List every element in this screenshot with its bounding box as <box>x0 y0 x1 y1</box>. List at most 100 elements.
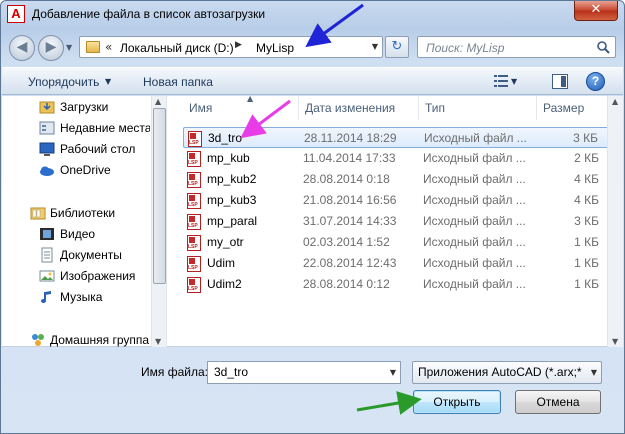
open-button[interactable]: Открыть <box>413 390 501 414</box>
organize-dropdown-icon[interactable]: ▼ <box>105 77 111 86</box>
file-date: 28.11.2014 18:29 <box>304 131 397 145</box>
nav-item-desktop[interactable]: Рабочий стол <box>60 139 135 159</box>
file-type: Исходный файл ... <box>423 151 526 165</box>
file-list: Имя ▲ Дата изменения Тип Размер 3d_tro 2… <box>169 94 623 347</box>
column-header-size[interactable]: Размер <box>537 96 607 120</box>
filetype-select[interactable]: Приложения AutoCAD (*.arx;* ▼ <box>412 361 602 384</box>
nav-item-pictures[interactable]: Изображения <box>60 266 135 286</box>
sort-ascending-icon: ▲ <box>247 94 254 103</box>
scroll-down-icon[interactable]: ▼ <box>612 337 618 346</box>
back-arrow-icon: ◀ <box>16 39 28 55</box>
nav-item-recent-places[interactable]: Недавние места <box>60 118 150 138</box>
file-name: Udim <box>207 256 236 270</box>
address-bar[interactable]: « Локальный диск (D:) ▶ MyLisp ▼ <box>79 36 383 58</box>
search-placeholder: Поиск: MyLisp <box>426 41 505 55</box>
folder-icon <box>86 41 100 53</box>
pictures-icon <box>39 270 55 282</box>
nav-item-homegroup[interactable]: Домашняя группа <box>50 330 149 347</box>
column-header-name-label: Имя <box>189 101 213 115</box>
close-button[interactable]: ✕ <box>574 1 618 21</box>
music-icon <box>41 291 51 303</box>
view-options-icon[interactable] <box>494 75 508 87</box>
file-list-scrollbar[interactable]: ▲ ▼ <box>607 96 623 347</box>
lsp-file-icon <box>187 277 201 293</box>
homegroup-icon <box>32 334 44 346</box>
file-size: 2 КБ <box>574 151 599 165</box>
nav-item-downloads[interactable]: Загрузки <box>60 97 108 117</box>
lsp-file-icon <box>187 214 201 230</box>
lsp-file-icon <box>187 172 201 188</box>
libraries-icon <box>30 207 46 220</box>
title-bar[interactable]: A Добавление файла в список автозагрузки… <box>1 1 624 29</box>
onedrive-icon <box>40 166 54 176</box>
column-header-name[interactable]: Имя ▲ <box>183 94 299 120</box>
filetype-value: Приложения AutoCAD (*.arx;* <box>418 365 582 379</box>
file-date: 11.04.2014 17:33 <box>303 151 396 165</box>
recent-places-icon <box>39 121 55 135</box>
file-type: Исходный файл ... <box>423 193 526 207</box>
scroll-thumb[interactable] <box>153 108 166 284</box>
file-row[interactable]: mp_kub 11.04.2014 17:33 Исходный файл ..… <box>183 148 609 169</box>
search-icon[interactable] <box>596 40 610 54</box>
filetype-dropdown-icon[interactable]: ▼ <box>591 362 597 383</box>
file-name: mp_kub3 <box>207 193 257 207</box>
file-row[interactable]: mp_kub3 21.08.2014 16:56 Исходный файл .… <box>183 190 609 211</box>
file-row[interactable]: Udim 22.08.2014 12:43 Исходный файл ... … <box>183 253 609 274</box>
file-type: Исходный файл ... <box>423 277 526 291</box>
filename-label: Имя файла: <box>141 365 208 379</box>
scroll-down-icon[interactable]: ▼ <box>155 337 161 346</box>
file-type: Исходный файл ... <box>423 256 526 270</box>
breadcrumb-mylisp[interactable]: MyLisp <box>256 41 294 55</box>
breadcrumb-local-disk[interactable]: Локальный диск (D:) <box>120 41 234 55</box>
organize-button[interactable]: Упорядочить <box>28 75 99 89</box>
nav-pane-scrollbar[interactable]: ▲ ▼ <box>151 96 167 347</box>
recent-locations-dropdown[interactable]: ▼ <box>66 43 72 52</box>
dialog-window: A Добавление файла в список автозагрузки… <box>0 0 625 434</box>
file-size: 1 КБ <box>574 256 599 270</box>
file-size: 1 КБ <box>574 235 599 249</box>
lsp-file-icon <box>187 151 201 167</box>
new-folder-button[interactable]: Новая папка <box>143 75 213 89</box>
file-name: my_otr <box>207 235 244 249</box>
column-header-date[interactable]: Дата изменения <box>299 96 419 120</box>
file-row[interactable]: 3d_tro 28.11.2014 18:29 Исходный файл ..… <box>183 127 609 148</box>
scroll-up-icon[interactable]: ▲ <box>612 97 618 106</box>
nav-item-video[interactable]: Видео <box>60 224 95 244</box>
back-button[interactable]: ◀ <box>9 35 35 61</box>
file-date: 21.08.2014 16:56 <box>303 193 397 207</box>
file-row[interactable]: mp_kub2 28.08.2014 0:18 Исходный файл ..… <box>183 169 609 190</box>
filename-field[interactable]: 3d_tro ▼ <box>207 361 401 384</box>
desktop-icon <box>39 142 55 156</box>
scroll-up-icon[interactable]: ▲ <box>155 97 161 106</box>
file-name: mp_paral <box>207 214 258 228</box>
forward-arrow-icon: ▶ <box>45 39 57 55</box>
file-date: 31.07.2014 14:33 <box>303 214 397 228</box>
nav-item-documents[interactable]: Документы <box>60 245 122 265</box>
help-icon[interactable]: ? <box>586 72 605 91</box>
lsp-file-icon <box>187 193 201 209</box>
search-input[interactable]: Поиск: MyLisp <box>417 36 616 58</box>
nav-item-onedrive[interactable]: OneDrive <box>60 160 111 180</box>
file-type: Исходный файл ... <box>423 172 526 186</box>
nav-item-music[interactable]: Музыка <box>60 287 102 307</box>
autocad-app-icon: A <box>7 5 25 23</box>
filename-dropdown-icon[interactable]: ▼ <box>390 362 396 383</box>
view-dropdown-icon[interactable]: ▼ <box>511 77 517 86</box>
file-row[interactable]: Udim2 28.08.2014 0:12 Исходный файл ... … <box>183 274 609 295</box>
refresh-button[interactable]: ↻ <box>385 36 409 58</box>
breadcrumb-overflow[interactable]: « <box>105 40 112 54</box>
column-header-type[interactable]: Тип <box>419 96 537 120</box>
nav-item-libraries[interactable]: Библиотеки <box>50 203 115 223</box>
lsp-file-icon <box>187 256 201 272</box>
file-size: 4 КБ <box>574 172 599 186</box>
cancel-button[interactable]: Отмена <box>515 390 601 414</box>
content-area: Загрузки Недавние места Рабочий стол One… <box>2 94 623 347</box>
lsp-file-icon <box>187 235 201 251</box>
address-dropdown-icon[interactable]: ▼ <box>372 42 378 51</box>
window-title: Добавление файла в список автозагрузки <box>32 7 266 21</box>
forward-button[interactable]: ▶ <box>38 35 64 61</box>
breadcrumb-separator-icon[interactable]: ▶ <box>235 40 242 50</box>
file-row[interactable]: my_otr 02.03.2014 1:52 Исходный файл ...… <box>183 232 609 253</box>
preview-pane-icon[interactable] <box>552 74 568 89</box>
file-row[interactable]: mp_paral 31.07.2014 14:33 Исходный файл … <box>183 211 609 232</box>
